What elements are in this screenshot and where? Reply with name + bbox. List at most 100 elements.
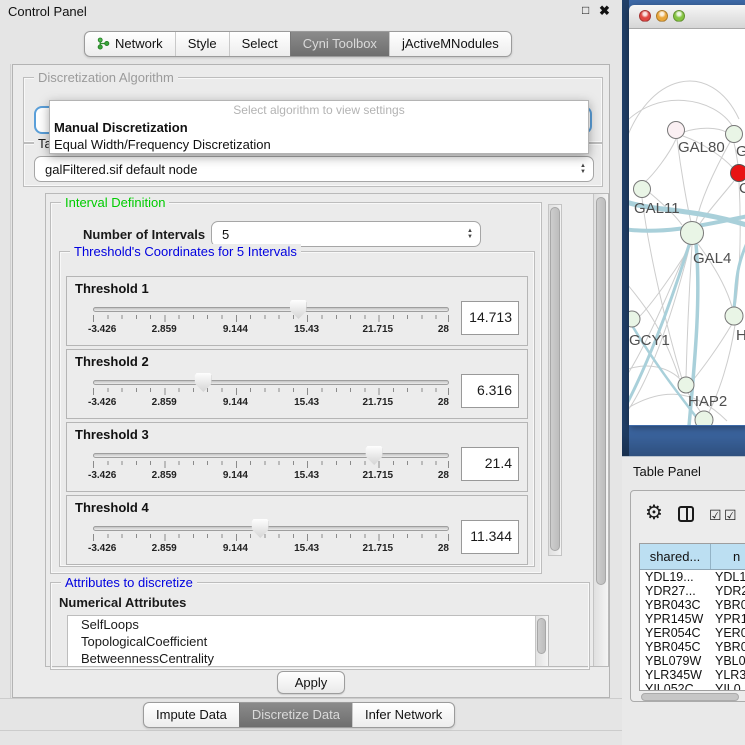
cell-shared-name: YDL19... <box>640 570 711 584</box>
table-row[interactable]: YER054C YER0 <box>640 626 745 640</box>
network-canvas[interactable]: GAL80 GA C GAL11 GAL4 GCY1 H HAP2 <box>629 29 745 425</box>
minimize-traffic-light-icon[interactable] <box>656 10 668 22</box>
algorithm-option-equal-width[interactable]: Equal Width/Frequency Discretization <box>50 136 588 153</box>
threshold-coordinates-group: Threshold's Coordinates for 5 Intervals … <box>59 251 535 567</box>
table-row[interactable]: YBR045C YBR0 <box>640 640 745 654</box>
tick-label: 9.144 <box>223 397 248 408</box>
interval-definition-group: Interval Definition Number of Intervals … <box>50 202 542 574</box>
threshold-4-slider[interactable]: -3.426 2.859 9.144 15.43 21.715 28 <box>93 520 449 562</box>
threshold-1-slider[interactable]: -3.426 2.859 9.144 15.43 21.715 28 <box>93 301 449 343</box>
node-attribute-table[interactable]: shared... n YDL19... YDL1 YDR27... YDR2 … <box>639 543 745 691</box>
table-row[interactable]: YDL19... YDL1 <box>640 570 745 584</box>
table-row[interactable]: YLR345W YLR3 <box>640 668 745 682</box>
window-title: Control Panel <box>8 4 87 19</box>
checkbox-checked-icon[interactable]: ☑ <box>709 507 722 524</box>
table-horizontal-scrollbar-thumb[interactable] <box>641 693 739 701</box>
table-data-stepper-icon[interactable]: ▲ ▼ <box>580 163 586 175</box>
interval-scrollbar-thumb[interactable] <box>550 207 560 551</box>
node-label: C <box>739 180 745 197</box>
tick-label: -3.426 <box>88 470 116 481</box>
slider-tick-labels: -3.426 2.859 9.144 15.43 21.715 28 <box>93 543 449 556</box>
column-header-name[interactable]: n <box>711 544 745 569</box>
float-window-icon[interactable]: □ <box>582 3 589 17</box>
node-label: GCY1 <box>629 332 670 349</box>
checkbox-checked-icon[interactable]: ☑ <box>724 507 737 524</box>
node-highlighted <box>731 165 745 182</box>
table-header-row: shared... n <box>640 544 745 570</box>
tab-impute-data-label: Impute Data <box>156 707 227 722</box>
threshold-2-slider[interactable]: -3.426 2.859 9.144 15.43 21.715 28 <box>93 374 449 416</box>
network-window: GAL80 GA C GAL11 GAL4 GCY1 H HAP2 <box>629 5 745 426</box>
tick-label: 28 <box>438 397 449 408</box>
tab-style[interactable]: Style <box>175 32 229 56</box>
tick-label: 21.715 <box>363 397 394 408</box>
tick-label: 28 <box>438 470 449 481</box>
threshold-4-value-field[interactable]: 11.344 <box>461 520 519 554</box>
attributes-list-scrollbar-thumb[interactable] <box>537 618 546 654</box>
cell-shared-name: YBR043C <box>640 598 711 612</box>
number-of-intervals-label: Number of Intervals <box>83 227 205 242</box>
columns-icon[interactable] <box>678 506 694 522</box>
discretization-algorithm-group-title: Discretization Algorithm <box>34 70 178 85</box>
threshold-3-slider[interactable]: -3.426 2.859 9.144 15.43 21.715 28 <box>93 447 449 489</box>
tab-jactivemnodules[interactable]: jActiveMNodules <box>389 32 511 56</box>
number-of-intervals-stepper-icon[interactable]: ▲ ▼ <box>467 228 473 240</box>
attributes-list-scrollbar[interactable] <box>535 616 548 666</box>
settings-scrollbar-thumb[interactable] <box>596 197 606 585</box>
slider-track[interactable] <box>93 307 449 312</box>
table-row[interactable]: YPR145W YPR1 <box>640 612 745 626</box>
cell-name: YBR0 <box>711 640 745 654</box>
tab-infer-network[interactable]: Infer Network <box>352 703 454 727</box>
network-graph: GAL80 GA C GAL11 GAL4 GCY1 H HAP2 <box>629 29 745 425</box>
list-item[interactable]: SelfLoops <box>68 616 548 633</box>
close-traffic-light-icon[interactable] <box>639 10 651 22</box>
threshold-3-label: Threshold 3 <box>75 427 519 442</box>
table-data-combobox[interactable]: galFiltered.sif default node ▲ ▼ <box>34 156 594 182</box>
network-window-titlebar[interactable] <box>629 5 745 29</box>
interval-scrollbar[interactable] <box>548 204 562 556</box>
apply-button[interactable]: Apply <box>277 671 345 694</box>
panel-bottom-divider <box>0 698 622 699</box>
tick-label: 2.859 <box>152 324 177 335</box>
tab-discretize-data-label: Discretize Data <box>252 707 340 722</box>
tick-label: 21.715 <box>363 543 394 554</box>
node-ga <box>726 126 743 143</box>
table-horizontal-scrollbar[interactable] <box>639 693 745 702</box>
slider-track[interactable] <box>93 526 449 531</box>
column-header-shared[interactable]: shared... <box>640 544 711 569</box>
slider-track[interactable] <box>93 453 449 458</box>
cell-name: YER0 <box>711 626 745 640</box>
threshold-4-panel: Threshold 4 -3.426 2.859 9.144 1 <box>66 495 528 565</box>
tick-label: 9.144 <box>223 543 248 554</box>
gear-icon[interactable]: ⚙ <box>645 500 663 525</box>
tick-label: 28 <box>438 324 449 335</box>
node-h <box>725 307 743 325</box>
zoom-traffic-light-icon[interactable] <box>673 10 685 22</box>
tab-discretize-data[interactable]: Discretize Data <box>239 703 352 727</box>
frame-left-edge <box>622 0 629 456</box>
table-row[interactable]: YBR043C YBR0 <box>640 598 745 612</box>
threshold-3-value-field[interactable]: 21.4 <box>461 447 519 481</box>
table-row[interactable]: YDR27... YDR2 <box>640 584 745 598</box>
tab-select-label: Select <box>242 36 278 51</box>
cell-shared-name: YBR045C <box>640 640 711 654</box>
algorithm-option-manual[interactable]: Manual Discretization <box>50 119 588 136</box>
slider-track[interactable] <box>93 380 449 385</box>
list-item[interactable]: TopologicalCoefficient <box>68 633 548 650</box>
node-gal80 <box>668 122 685 139</box>
table-row[interactable]: YBL079W YBL0 <box>640 654 745 668</box>
algorithm-dropdown-prompt: Select algorithm to view settings <box>50 101 588 119</box>
settings-scrollbar[interactable] <box>593 194 608 666</box>
close-window-icon[interactable]: ✖ <box>599 3 610 19</box>
list-item[interactable]: BetweennessCentrality <box>68 650 548 667</box>
tab-cyni-toolbox[interactable]: Cyni Toolbox <box>290 32 389 56</box>
tab-impute-data[interactable]: Impute Data <box>144 703 239 727</box>
tab-network[interactable]: Network <box>85 32 175 56</box>
threshold-1-label: Threshold 1 <box>75 281 519 296</box>
table-row[interactable]: YIL052C YIL0 <box>640 682 745 691</box>
tab-select[interactable]: Select <box>229 32 290 56</box>
cell-shared-name: YPR145W <box>640 612 711 626</box>
threshold-2-value-field[interactable]: 6.316 <box>461 374 519 408</box>
numerical-attributes-list[interactable]: SelfLoops TopologicalCoefficient Between… <box>67 615 549 667</box>
threshold-1-value-field[interactable]: 14.713 <box>461 301 519 335</box>
